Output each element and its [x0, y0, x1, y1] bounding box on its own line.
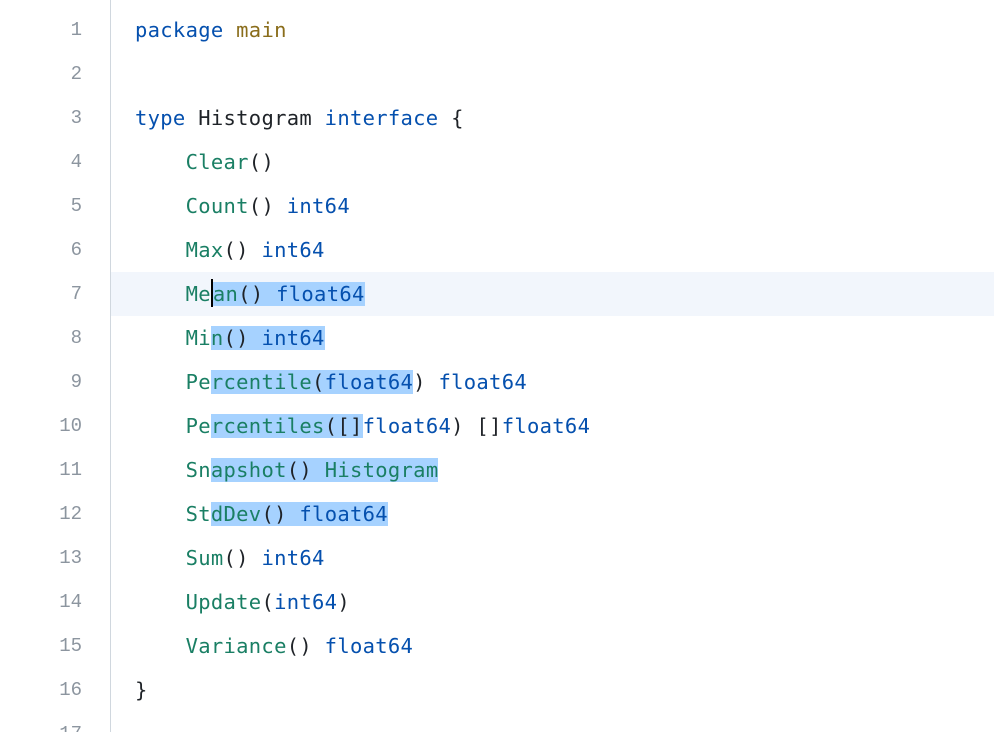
text-selection: apshot: [211, 458, 287, 482]
return-type: float64: [276, 282, 365, 306]
code-line[interactable]: Max() int64: [135, 228, 994, 272]
text-selection: rcentile: [211, 370, 312, 394]
method-percentile: Percentile: [186, 370, 312, 394]
code-line[interactable]: }: [135, 668, 994, 712]
line-number: 7: [0, 272, 82, 316]
return-type: float64: [299, 502, 388, 526]
method-update: Update: [186, 590, 262, 614]
text-selection: n: [211, 326, 224, 350]
line-number: 1: [0, 8, 82, 52]
line-number: 9: [0, 360, 82, 404]
brace-open: {: [451, 106, 464, 130]
method-stddev: StdDev: [186, 502, 262, 526]
method-min: Min: [186, 326, 224, 350]
brace-close: }: [135, 678, 148, 702]
code-line[interactable]: Percentile(float64) float64: [135, 360, 994, 404]
line-number: 17: [0, 712, 82, 732]
code-line[interactable]: StdDev() float64: [135, 492, 994, 536]
return-type: int64: [261, 326, 324, 350]
text-cursor: [211, 279, 213, 307]
code-line[interactable]: Sum() int64: [135, 536, 994, 580]
method-mean: Mean: [186, 282, 239, 306]
line-number: 6: [0, 228, 82, 272]
code-line[interactable]: Snapshot() Histogram: [135, 448, 994, 492]
return-type: int64: [287, 194, 350, 218]
return-type: int64: [261, 546, 324, 570]
return-type: float64: [325, 634, 414, 658]
method-max: Max: [186, 238, 224, 262]
method-sum: Sum: [186, 546, 224, 570]
keyword-type: type: [135, 106, 186, 130]
code-line[interactable]: package main: [135, 8, 994, 52]
code-line[interactable]: Percentiles([]float64) []float64: [135, 404, 994, 448]
line-number: 15: [0, 624, 82, 668]
code-line-current[interactable]: Mean() float64: [135, 272, 994, 316]
code-line[interactable]: Count() int64: [135, 184, 994, 228]
code-line[interactable]: type Histogram interface {: [135, 96, 994, 140]
code-line[interactable]: [135, 712, 994, 732]
line-number: 4: [0, 140, 82, 184]
line-number: 12: [0, 492, 82, 536]
method-variance: Variance: [186, 634, 287, 658]
package-name: main: [236, 18, 287, 42]
line-number: 8: [0, 316, 82, 360]
return-type: float64: [438, 370, 527, 394]
method-percentiles: Percentiles: [186, 414, 325, 438]
method-count: Count: [186, 194, 249, 218]
keyword-package: package: [135, 18, 224, 42]
line-number: 10: [0, 404, 82, 448]
method-clear: Clear: [186, 150, 249, 174]
line-gutter: 1 2 3 4 5 6 7 8 9 10 11 12 13 14 15 16 1…: [0, 0, 110, 732]
text-selection: dDev: [211, 502, 262, 526]
text-selection: rcentiles: [211, 414, 325, 438]
type-name: Histogram: [198, 106, 312, 130]
line-number: 2: [0, 52, 82, 96]
method-snapshot: Snapshot: [186, 458, 287, 482]
line-number: 5: [0, 184, 82, 228]
code-area[interactable]: package main type Histogram interface { …: [110, 0, 994, 732]
code-line[interactable]: Clear(): [135, 140, 994, 184]
code-line[interactable]: Min() int64: [135, 316, 994, 360]
code-line[interactable]: [135, 52, 994, 96]
line-number: 11: [0, 448, 82, 492]
code-editor: 1 2 3 4 5 6 7 8 9 10 11 12 13 14 15 16 1…: [0, 0, 994, 732]
text-selection: an: [213, 282, 238, 306]
line-number: 13: [0, 536, 82, 580]
line-number: 3: [0, 96, 82, 140]
code-line[interactable]: Update(int64): [135, 580, 994, 624]
return-type: int64: [261, 238, 324, 262]
line-number: 14: [0, 580, 82, 624]
line-number: 16: [0, 668, 82, 712]
return-type: float64: [502, 414, 591, 438]
code-line[interactable]: Variance() float64: [135, 624, 994, 668]
keyword-interface: interface: [325, 106, 439, 130]
return-type: Histogram: [325, 458, 439, 482]
